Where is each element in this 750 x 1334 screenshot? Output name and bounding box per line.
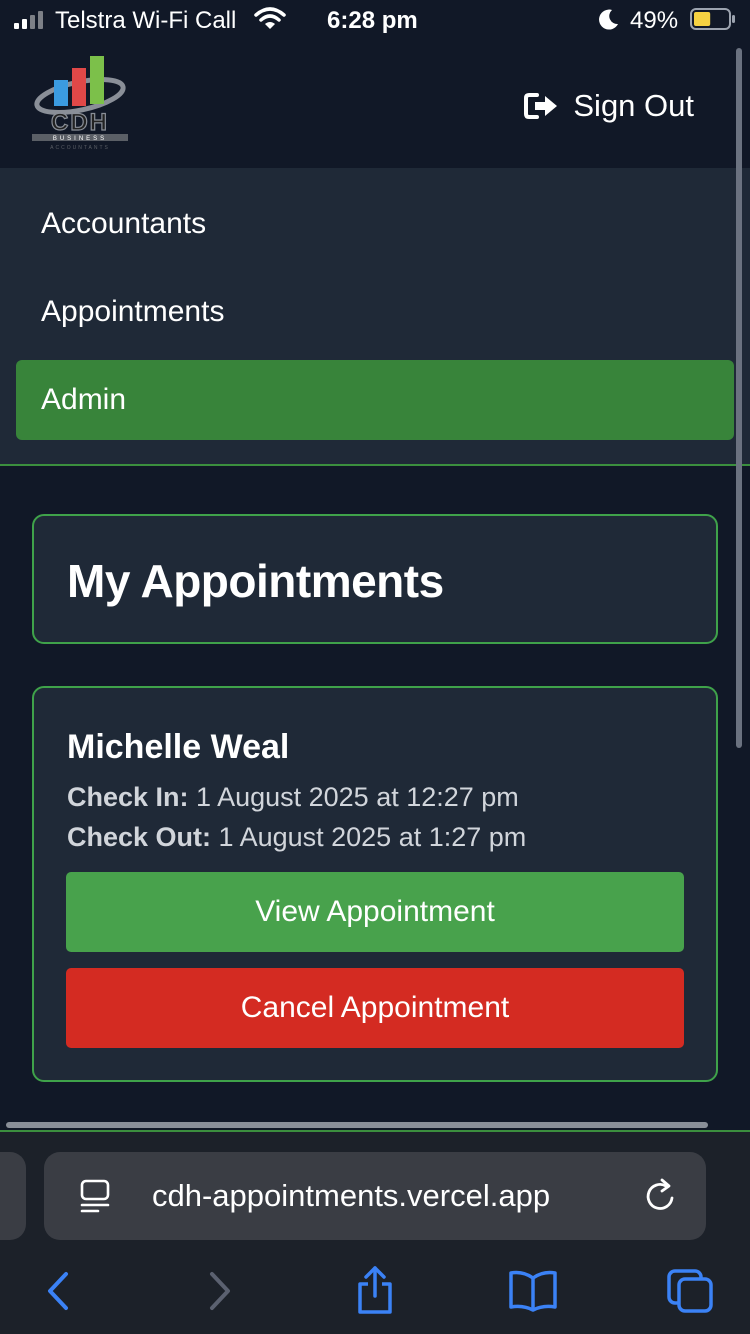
browser-bottom-bar: cdh-appointments.vercel.app [0,1130,750,1334]
nav-item-admin[interactable]: Admin [16,360,734,440]
logo-subtext-1: BUSINESS [53,136,107,142]
nav-item-label: Accountants [41,207,207,240]
vertical-scrollbar[interactable] [736,48,742,748]
nav-item-label: Appointments [41,295,225,328]
address-bar[interactable]: cdh-appointments.vercel.app [44,1152,706,1240]
logo-text: CDH [51,109,109,136]
horizontal-scrollbar[interactable] [6,1122,708,1128]
forward-icon[interactable] [206,1268,234,1314]
cellular-signal-icon [14,11,43,29]
appointment-client-name: Michelle Weal [67,728,290,766]
battery-icon [690,8,735,30]
sign-out-button[interactable]: Sign Out [523,86,694,126]
wifi-icon [254,7,286,29]
url-text: cdh-appointments.vercel.app [152,1178,551,1213]
clock-time: 6:28 pm [327,7,418,34]
reload-icon[interactable] [644,1178,678,1214]
view-appointment-button[interactable]: View Appointment [66,872,684,952]
status-bar: Telstra Wi-Fi Call 6:28 pm 49% [0,0,750,42]
back-icon[interactable] [44,1268,72,1314]
main-content: My Appointments Michelle Weal Check In: … [0,48,750,1128]
previous-tab-preview[interactable] [0,1152,26,1240]
bookmarks-icon[interactable] [508,1268,558,1314]
check-out-line: Check Out: 1 August 2025 at 1:27 pm [67,822,526,853]
cancel-appointment-button[interactable]: Cancel Appointment [66,968,684,1048]
do-not-disturb-moon-icon [599,9,618,30]
check-in-value: 1 August 2025 at 12:27 pm [196,782,519,812]
check-out-value: 1 August 2025 at 1:27 pm [218,822,527,852]
carrier-name: Telstra Wi-Fi Call [55,7,237,34]
tabs-icon[interactable] [666,1268,714,1314]
logo-subtext-2: ACCOUNTANTS [50,145,110,151]
page-title: My Appointments [67,555,444,607]
check-in-line: Check In: 1 August 2025 at 12:27 pm [67,782,519,813]
page-title-card: My Appointments [32,514,718,644]
cdh-logo[interactable]: CDH BUSINESS ACCOUNTANTS [28,54,132,154]
battery-percent: 49% [630,7,679,34]
page-menu-icon[interactable] [78,1178,112,1214]
appointment-card: Michelle Weal Check In: 1 August 2025 at… [32,686,718,1082]
check-out-label: Check Out: [67,822,212,852]
nav-item-appointments[interactable]: Appointments [16,272,734,352]
main-navigation: Accountants Appointments Admin [0,168,750,466]
check-in-label: Check In: [67,782,189,812]
share-icon[interactable] [354,1264,396,1316]
sign-out-label: Sign Out [573,88,694,123]
sign-out-icon [524,93,558,119]
app-header: CDH BUSINESS ACCOUNTANTS Sign Out [0,42,750,168]
nav-item-accountants[interactable]: Accountants [16,184,734,264]
nav-item-label: Admin [41,383,127,416]
